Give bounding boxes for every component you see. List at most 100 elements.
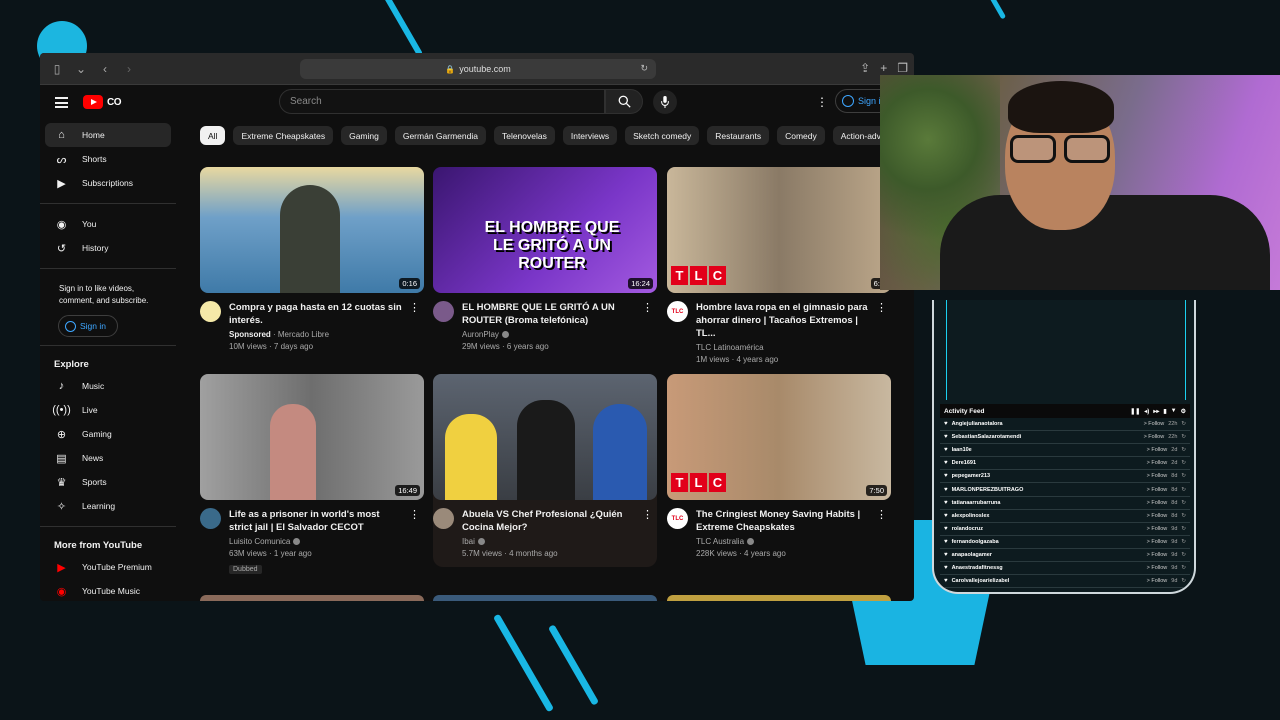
chip-comedy[interactable]: Comedy [777,126,825,145]
chip-gaming[interactable]: Gaming [341,126,387,145]
activity-feed-row[interactable]: ♥ alexpolinoslex > Follow 8d ↻ [940,510,1190,523]
video-thumbnail[interactable]: TLC 6:5 [667,167,891,293]
activity-feed-row[interactable]: ♥ rolandocruz > Follow 9d ↻ [940,523,1190,536]
activity-feed-row[interactable]: ♥ pepegamer213 > Follow 8d ↻ [940,470,1190,484]
search-input[interactable]: Search [279,89,605,114]
replay-icon[interactable]: ↻ [1181,421,1186,427]
reload-icon[interactable]: ↻ [640,63,648,74]
gear-icon[interactable]: ⚙ [1181,408,1186,415]
chip-telenovelas[interactable]: Telenovelas [493,126,555,145]
replay-icon[interactable]: ↻ [1181,513,1186,519]
sidebar-item-youtube-music[interactable]: ◉ YouTube Music [45,579,171,601]
activity-feed-row[interactable]: ♥ Iaan10e > Follow 2d ↻ [940,444,1190,458]
video-card[interactable]: EL HOMBRE QUE LE GRITÓ A UN ROUTER 16:24… [433,167,657,351]
sidebar-toggle-icon[interactable]: ▯ [50,62,64,76]
activity-feed-row[interactable]: ♥ MARLONPEREZBUITRAGO > Follow 8d ↻ [940,483,1190,497]
channel-label[interactable]: TLC Australia [696,537,744,546]
activity-feed-row[interactable]: ♥ SebastianSalazarotamendi > Follow 22h ↻ [940,431,1190,445]
video-card[interactable]: 16:49 Life as a prisoner in world's most… [200,374,424,576]
pause-icon[interactable]: ❚❚ [1130,408,1140,415]
sidebar-item-youtube-premium[interactable]: ▶ YouTube Premium [45,555,171,579]
channel-label[interactable]: Ibai [462,537,475,546]
channel-avatar[interactable]: TLC [667,301,688,322]
replay-icon[interactable]: ↻ [1181,526,1186,532]
back-icon[interactable]: ‹ [98,62,112,76]
activity-feed-row[interactable]: ♥ anapaolagamer > Follow 9d ↻ [940,549,1190,563]
more-actions-icon[interactable]: ⋮ [409,301,420,314]
forward-icon[interactable]: › [122,62,136,76]
sidebar-item-news[interactable]: ▤ News [45,446,171,470]
replay-icon[interactable]: ↻ [1181,447,1186,453]
replay-icon[interactable]: ↻ [1181,552,1186,558]
chip-sketch-comedy[interactable]: Sketch comedy [625,126,700,145]
sidebar-item-history[interactable]: ↺ History [45,236,171,260]
video-thumbnail[interactable] [433,374,657,500]
chip-restaurants[interactable]: Restaurants [707,126,770,145]
skip-icon[interactable]: ▸▸ [1153,408,1159,415]
video-card-hovered[interactable]: Abuela VS Chef Profesional ¿Quién Cocina… [433,374,657,567]
sidebar-item-shorts[interactable]: ᔕ Shorts [45,147,171,171]
sidebar-item-live[interactable]: ((•)) Live [45,398,171,422]
replay-icon[interactable]: ↻ [1181,434,1186,440]
replay-icon[interactable]: ↻ [1181,487,1186,493]
video-title[interactable]: Life as a prisoner in world's most stric… [229,508,405,534]
replay-icon[interactable]: ↻ [1181,473,1186,479]
activity-feed-row[interactable]: ♥ Angiejulianaotalora > Follow 22h ↻ [940,418,1190,432]
sidebar-item-learning[interactable]: ✧ Learning [45,494,171,518]
sidebar-item-gaming[interactable]: ⊕ Gaming [45,422,171,446]
tabs-overview-icon[interactable]: ❐ [897,61,908,75]
share-icon[interactable]: ⇪ [860,61,870,75]
sidebar-item-home[interactable]: ⌂ Home [45,123,171,147]
youtube-logo[interactable]: CO [83,95,122,109]
more-actions-icon[interactable]: ⋮ [642,301,653,314]
channel-avatar[interactable] [200,508,221,529]
more-actions-icon[interactable]: ⋮ [642,508,653,521]
sidebar-item-sports[interactable]: ♛ Sports [45,470,171,494]
video-title[interactable]: Abuela VS Chef Profesional ¿Quién Cocina… [462,508,638,534]
chip-all[interactable]: All [200,126,226,145]
channel-avatar[interactable] [200,301,221,322]
voice-search-button[interactable] [653,90,677,114]
settings-kebab-icon[interactable]: ⋮ [816,95,828,109]
video-thumbnail-partial[interactable] [667,595,891,601]
address-bar[interactable]: 🔒 youtube.com ↻ [300,59,656,79]
video-thumbnail[interactable]: EL HOMBRE QUE LE GRITÓ A UN ROUTER 16:24 [433,167,657,293]
chip-german-garmendia[interactable]: Germán Garmendia [394,126,486,145]
video-card[interactable]: 0:16 Compra y paga hasta en 12 cuotas si… [200,167,424,351]
video-title[interactable]: Hombre lava ropa en el gimnasio para aho… [696,301,872,340]
sidebar-item-subscriptions[interactable]: ▶ Subscriptions [45,171,171,195]
activity-feed-row[interactable]: ♥ Dere1691 > Follow 2d ↻ [940,457,1190,471]
video-thumbnail[interactable]: 16:49 [200,374,424,500]
channel-avatar[interactable]: TLC [667,508,688,529]
filter-icon[interactable]: ▼ [1171,408,1177,415]
channel-name[interactable]: TLC Australia [696,537,872,546]
channel-name[interactable]: TLC Latinoamérica [696,343,872,352]
replay-icon[interactable]: ↻ [1181,539,1186,545]
channel-avatar[interactable] [433,508,454,529]
video-thumbnail-partial[interactable] [433,595,657,601]
chevron-down-icon[interactable]: ⌄ [74,62,88,76]
video-card[interactable]: TLC 6:5 TLC Hombre lava ropa en el gimna… [667,167,891,364]
more-actions-icon[interactable]: ⋮ [876,301,887,314]
sidebar-item-music[interactable]: ♪ Music [45,374,171,398]
more-actions-icon[interactable]: ⋮ [876,508,887,521]
video-thumbnail[interactable]: TLC 7:50 [667,374,891,500]
chip-extreme-cheapskates[interactable]: Extreme Cheapskates [233,126,334,145]
replay-icon[interactable]: ↻ [1181,578,1186,584]
volume-icon[interactable]: ◂) [1144,408,1149,415]
channel-avatar[interactable] [433,301,454,322]
channel-name[interactable]: Luisito Comunica [229,537,405,546]
sidebar-item-you[interactable]: ◉ You [45,212,171,236]
channel-name[interactable]: AuronPlay [462,330,638,339]
replay-icon[interactable]: ↻ [1181,500,1186,506]
video-title[interactable]: EL HOMBRE QUE LE GRITÓ A UN ROUTER (Brom… [462,301,638,327]
video-thumbnail-partial[interactable] [200,595,424,601]
trash-icon[interactable]: ▮ [1163,408,1166,415]
menu-icon[interactable] [55,97,68,108]
replay-icon[interactable]: ↻ [1181,460,1186,466]
video-title[interactable]: Compra y paga hasta en 12 cuotas sin int… [229,301,405,327]
video-thumbnail[interactable]: 0:16 [200,167,424,293]
channel-label[interactable]: Luisito Comunica [229,537,290,546]
channel-name[interactable]: Ibai [462,537,638,546]
video-title[interactable]: The Cringiest Money Saving Habits | Extr… [696,508,872,534]
